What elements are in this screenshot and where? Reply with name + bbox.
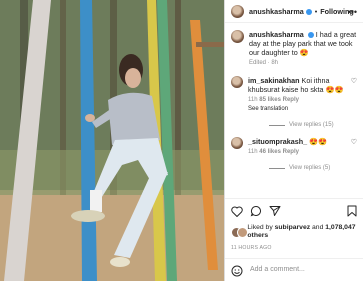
post-actions: Liked by subiparvez and 1,078,047 others…: [225, 198, 363, 251]
comment-username[interactable]: im_sakinakhan: [248, 76, 300, 85]
comment-time: 11h: [248, 149, 258, 155]
comment-meta: 11h 85 likes Reply: [248, 97, 348, 105]
verified-badge-icon: [307, 32, 314, 38]
comment-reply-button[interactable]: Reply: [283, 97, 299, 103]
caption-emoji: 😍: [299, 48, 309, 57]
comment-likes[interactable]: 85 likes: [259, 97, 281, 103]
author-avatar[interactable]: [231, 4, 244, 18]
comment-item: im_sakinakhan Koi ithna khubsurat kaise …: [225, 75, 363, 114]
caption-author-avatar[interactable]: [231, 30, 244, 43]
author-username[interactable]: anushkasharma: [249, 7, 304, 16]
view-replies-button[interactable]: View replies (15): [269, 122, 363, 130]
comment-reply-button[interactable]: Reply: [283, 149, 299, 155]
post-timestamp: 11 HOURS AGO: [231, 244, 272, 251]
bookmark-icon[interactable]: [347, 205, 357, 217]
share-icon[interactable]: [269, 205, 281, 217]
view-replies-label: View replies (5): [289, 164, 331, 171]
comment-meta: 11h 46 likes Reply: [248, 149, 348, 157]
smiley-icon[interactable]: [231, 265, 243, 277]
caption-username[interactable]: anushkasharma: [249, 30, 304, 39]
post-sidebar: anushkasharma • Following ••• anushkasha…: [224, 0, 363, 281]
comment-icon[interactable]: [250, 205, 262, 217]
comment-emoji: 😍😍: [309, 137, 328, 146]
comment-heart-icon[interactable]: ♡: [351, 139, 357, 148]
divider: [269, 167, 285, 169]
comment-emoji: 😍😍: [325, 84, 344, 94]
comment-username[interactable]: _situomprakash_: [248, 137, 307, 146]
heart-icon[interactable]: [231, 206, 243, 217]
caption: anushkasharma I had a great day at the p…: [225, 30, 363, 68]
photo-illustration: [0, 0, 224, 281]
liked-by-prefix: Liked by: [247, 224, 273, 231]
liker-username[interactable]: subiparvez: [275, 224, 311, 231]
view-replies-button[interactable]: View replies (5): [269, 165, 363, 173]
divider: [269, 124, 285, 126]
instagram-post: anushkasharma • Following ••• anushkasha…: [0, 0, 363, 281]
likes-summary: Liked by subiparvez and 1,078,047 others: [231, 224, 357, 241]
comment-time: 11h: [248, 96, 258, 103]
liker-avatars: [231, 227, 248, 239]
comment-item: _situomprakash_ 😍😍 11h 46 likes Reply ♡: [225, 137, 363, 157]
liked-by-connector: and: [312, 224, 324, 231]
post-photo[interactable]: [0, 0, 224, 281]
add-comment-input[interactable]: Add a comment...: [250, 266, 305, 275]
see-translation-link[interactable]: See translation: [248, 106, 348, 114]
post-header: anushkasharma • Following •••: [225, 0, 363, 23]
view-replies-label: View replies (15): [289, 121, 334, 128]
comment-likes[interactable]: 46 likes: [259, 149, 281, 155]
separator-dot: •: [314, 6, 318, 16]
commenter-avatar[interactable]: [231, 75, 243, 88]
add-comment-bar: Add a comment...: [225, 258, 363, 282]
comment-heart-icon[interactable]: ♡: [351, 78, 357, 87]
more-horizontal-icon[interactable]: •••: [348, 7, 357, 18]
verified-badge-icon: [305, 9, 312, 15]
caption-meta: Edited · 8h: [249, 60, 279, 66]
commenter-avatar[interactable]: [231, 137, 243, 149]
